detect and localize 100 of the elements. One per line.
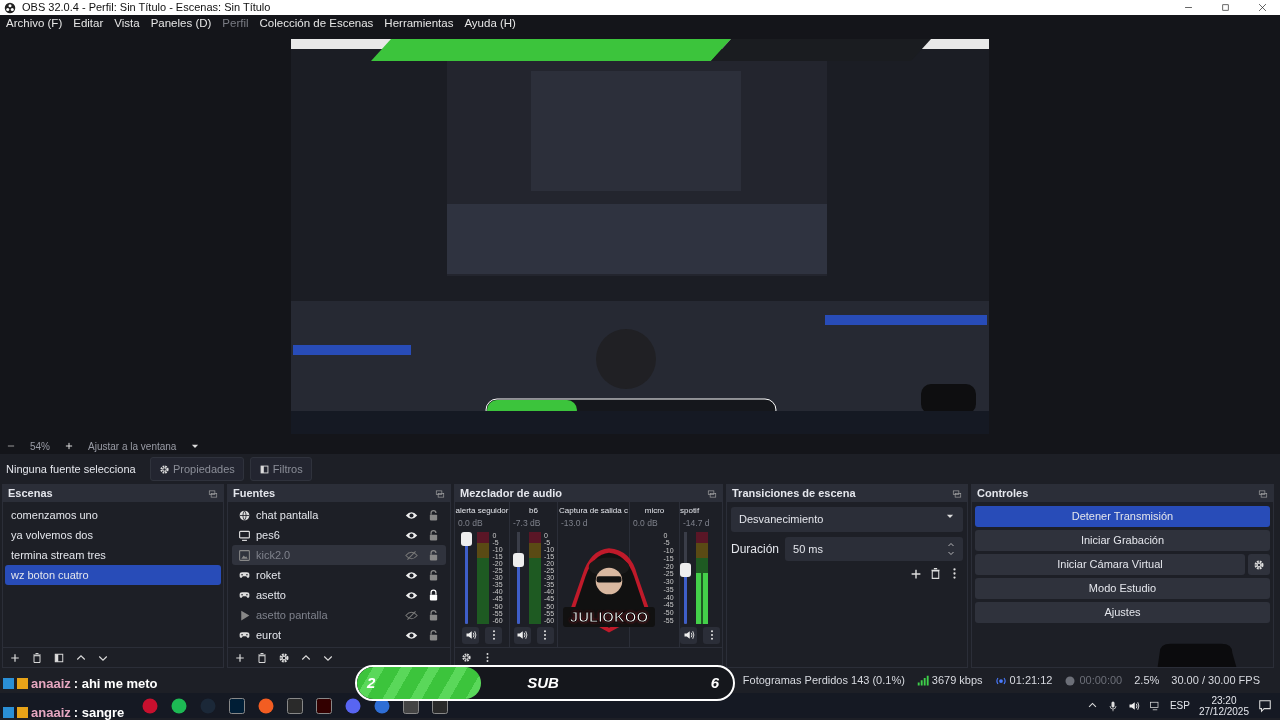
filter-icon — [258, 463, 270, 475]
signal-icon — [916, 674, 929, 687]
cpu-usage: 2.5% — [1134, 673, 1160, 689]
chat-username: anaaiz — [31, 703, 71, 720]
duration-field[interactable]: 50 ms — [785, 536, 963, 561]
source-item[interactable]: chat pantalla — [232, 505, 446, 525]
mute-button[interactable] — [513, 626, 531, 644]
menu-item[interactable]: Colección de Escenas — [259, 15, 374, 33]
add-icon[interactable] — [234, 651, 246, 664]
channel-menu-button[interactable] — [703, 626, 720, 644]
channel-menu-button[interactable] — [485, 626, 502, 644]
chat-username: anaaiz — [31, 675, 71, 693]
fader-handle[interactable] — [461, 531, 473, 546]
lock-icon[interactable] — [427, 588, 440, 602]
undock-icon[interactable] — [435, 488, 445, 499]
control-button[interactable]: Detener Transmisión — [975, 506, 1270, 527]
transition-select[interactable]: Desvanecimiento — [731, 507, 963, 532]
undock-icon[interactable] — [1258, 488, 1268, 499]
crown-badge-icon — [17, 678, 28, 690]
gear-icon — [1253, 559, 1265, 572]
channel-name: b6 — [529, 505, 538, 517]
advanced-audio-icon[interactable] — [461, 652, 472, 663]
source-item[interactable]: pes6 — [232, 525, 446, 545]
taskbar-app-icon[interactable] — [171, 697, 187, 714]
chat-message: : ahi me meto — [73, 675, 158, 693]
dock-title: Controles — [977, 486, 1029, 502]
control-button[interactable]: Iniciar Cámara Virtual — [975, 554, 1245, 575]
channel-name: micro — [644, 505, 665, 517]
network-icon[interactable] — [1148, 699, 1161, 712]
chat-message: : sangre — [73, 703, 125, 720]
image-icon — [238, 548, 251, 562]
source-item[interactable]: roket — [232, 565, 446, 585]
clock-time[interactable]: 23:20 — [1211, 694, 1237, 706]
menu-item[interactable]: Archivo (F) — [6, 15, 63, 33]
menu-item[interactable]: Herramientas — [384, 15, 454, 33]
source-item[interactable]: asetto pantalla — [232, 605, 446, 625]
control-button[interactable]: Ajustes — [975, 602, 1270, 623]
menu-item[interactable]: Paneles (D) — [150, 15, 212, 33]
speaker-icon[interactable] — [1127, 699, 1140, 712]
trash-icon[interactable] — [256, 651, 268, 664]
zoom-in-icon[interactable] — [64, 441, 74, 451]
trash-icon[interactable] — [31, 651, 43, 664]
fit-window-option[interactable]: Ajustar a la ventana — [88, 438, 177, 454]
goal-label: SUB — [527, 672, 559, 693]
volume-reading: -7.3 dB — [512, 517, 541, 530]
maximize-icon[interactable] — [1220, 2, 1231, 13]
globe-icon — [238, 508, 251, 522]
volume-reading: -13.0 d — [560, 517, 588, 530]
channel-name: spotif — [680, 505, 700, 517]
scene-item[interactable]: termina stream tres — [5, 545, 221, 565]
add-icon[interactable] — [909, 567, 923, 581]
control-button[interactable]: Iniciar Grabación — [975, 530, 1270, 551]
menu-item[interactable]: Vista — [114, 15, 140, 33]
settings-icon[interactable] — [278, 651, 290, 664]
bitrate-text: 3679 kbps — [931, 673, 983, 689]
language-indicator[interactable]: ESP — [1169, 698, 1190, 713]
fps-text: 30.00 / 30.00 FPS — [1171, 673, 1260, 689]
channel-name: alerta seguidor — [455, 505, 509, 517]
undock-icon[interactable] — [707, 488, 717, 499]
duration-label: Duración — [731, 540, 780, 558]
virtual-camera-settings-button[interactable] — [1248, 554, 1270, 575]
speaker-icon — [464, 629, 477, 642]
dock-title: Escenas — [8, 486, 53, 502]
window-title: OBS 32.0.4 - Perfil: Sin Título - Escenas: Sin Título — [22, 0, 271, 16]
close-icon[interactable] — [1257, 2, 1268, 13]
microphone-icon[interactable] — [1106, 699, 1119, 712]
add-icon[interactable] — [9, 651, 21, 664]
increment-icon[interactable] — [947, 540, 955, 549]
pin-badge-icon — [3, 678, 14, 690]
dock-title: Mezclador de audio — [460, 486, 563, 502]
speaker-icon — [516, 629, 528, 642]
scene-item[interactable]: comenzamos uno — [5, 505, 221, 525]
notification-icon[interactable] — [1258, 698, 1272, 713]
fader-handle[interactable] — [512, 553, 524, 568]
undock-icon[interactable] — [952, 488, 962, 499]
menu-item[interactable]: Editar — [73, 15, 104, 33]
source-item[interactable]: eurot — [232, 625, 446, 645]
zoom-level: 54% — [30, 439, 50, 454]
channel-name: Captura de salida c — [559, 505, 628, 517]
trash-icon[interactable] — [929, 567, 942, 580]
fader-handle[interactable] — [680, 562, 691, 577]
pin-badge-icon — [3, 706, 14, 718]
undock-icon[interactable] — [208, 488, 218, 499]
monitor-icon — [238, 528, 251, 542]
scene-item[interactable]: wz boton cuatro — [5, 565, 221, 585]
eye-slash-icon[interactable] — [405, 608, 418, 622]
filter-icon[interactable] — [53, 651, 65, 664]
menu-item[interactable]: Ayuda (H) — [464, 15, 516, 33]
record-icon — [1064, 674, 1077, 687]
mute-button[interactable] — [680, 626, 697, 644]
clock-date[interactable]: 27/12/2025 — [1198, 705, 1249, 717]
crown-badge-icon — [17, 706, 28, 718]
source-item[interactable]: asetto — [232, 585, 446, 605]
mute-button[interactable] — [462, 626, 479, 644]
scene-item[interactable]: ya volvemos dos — [5, 525, 221, 545]
dock-title: Fuentes — [233, 486, 276, 502]
stream-time: 01:21:12 — [1009, 673, 1053, 689]
eye-slash-icon[interactable] — [405, 548, 418, 562]
channel-menu-button[interactable] — [536, 626, 554, 644]
control-button[interactable]: Modo Estudio — [975, 578, 1270, 599]
